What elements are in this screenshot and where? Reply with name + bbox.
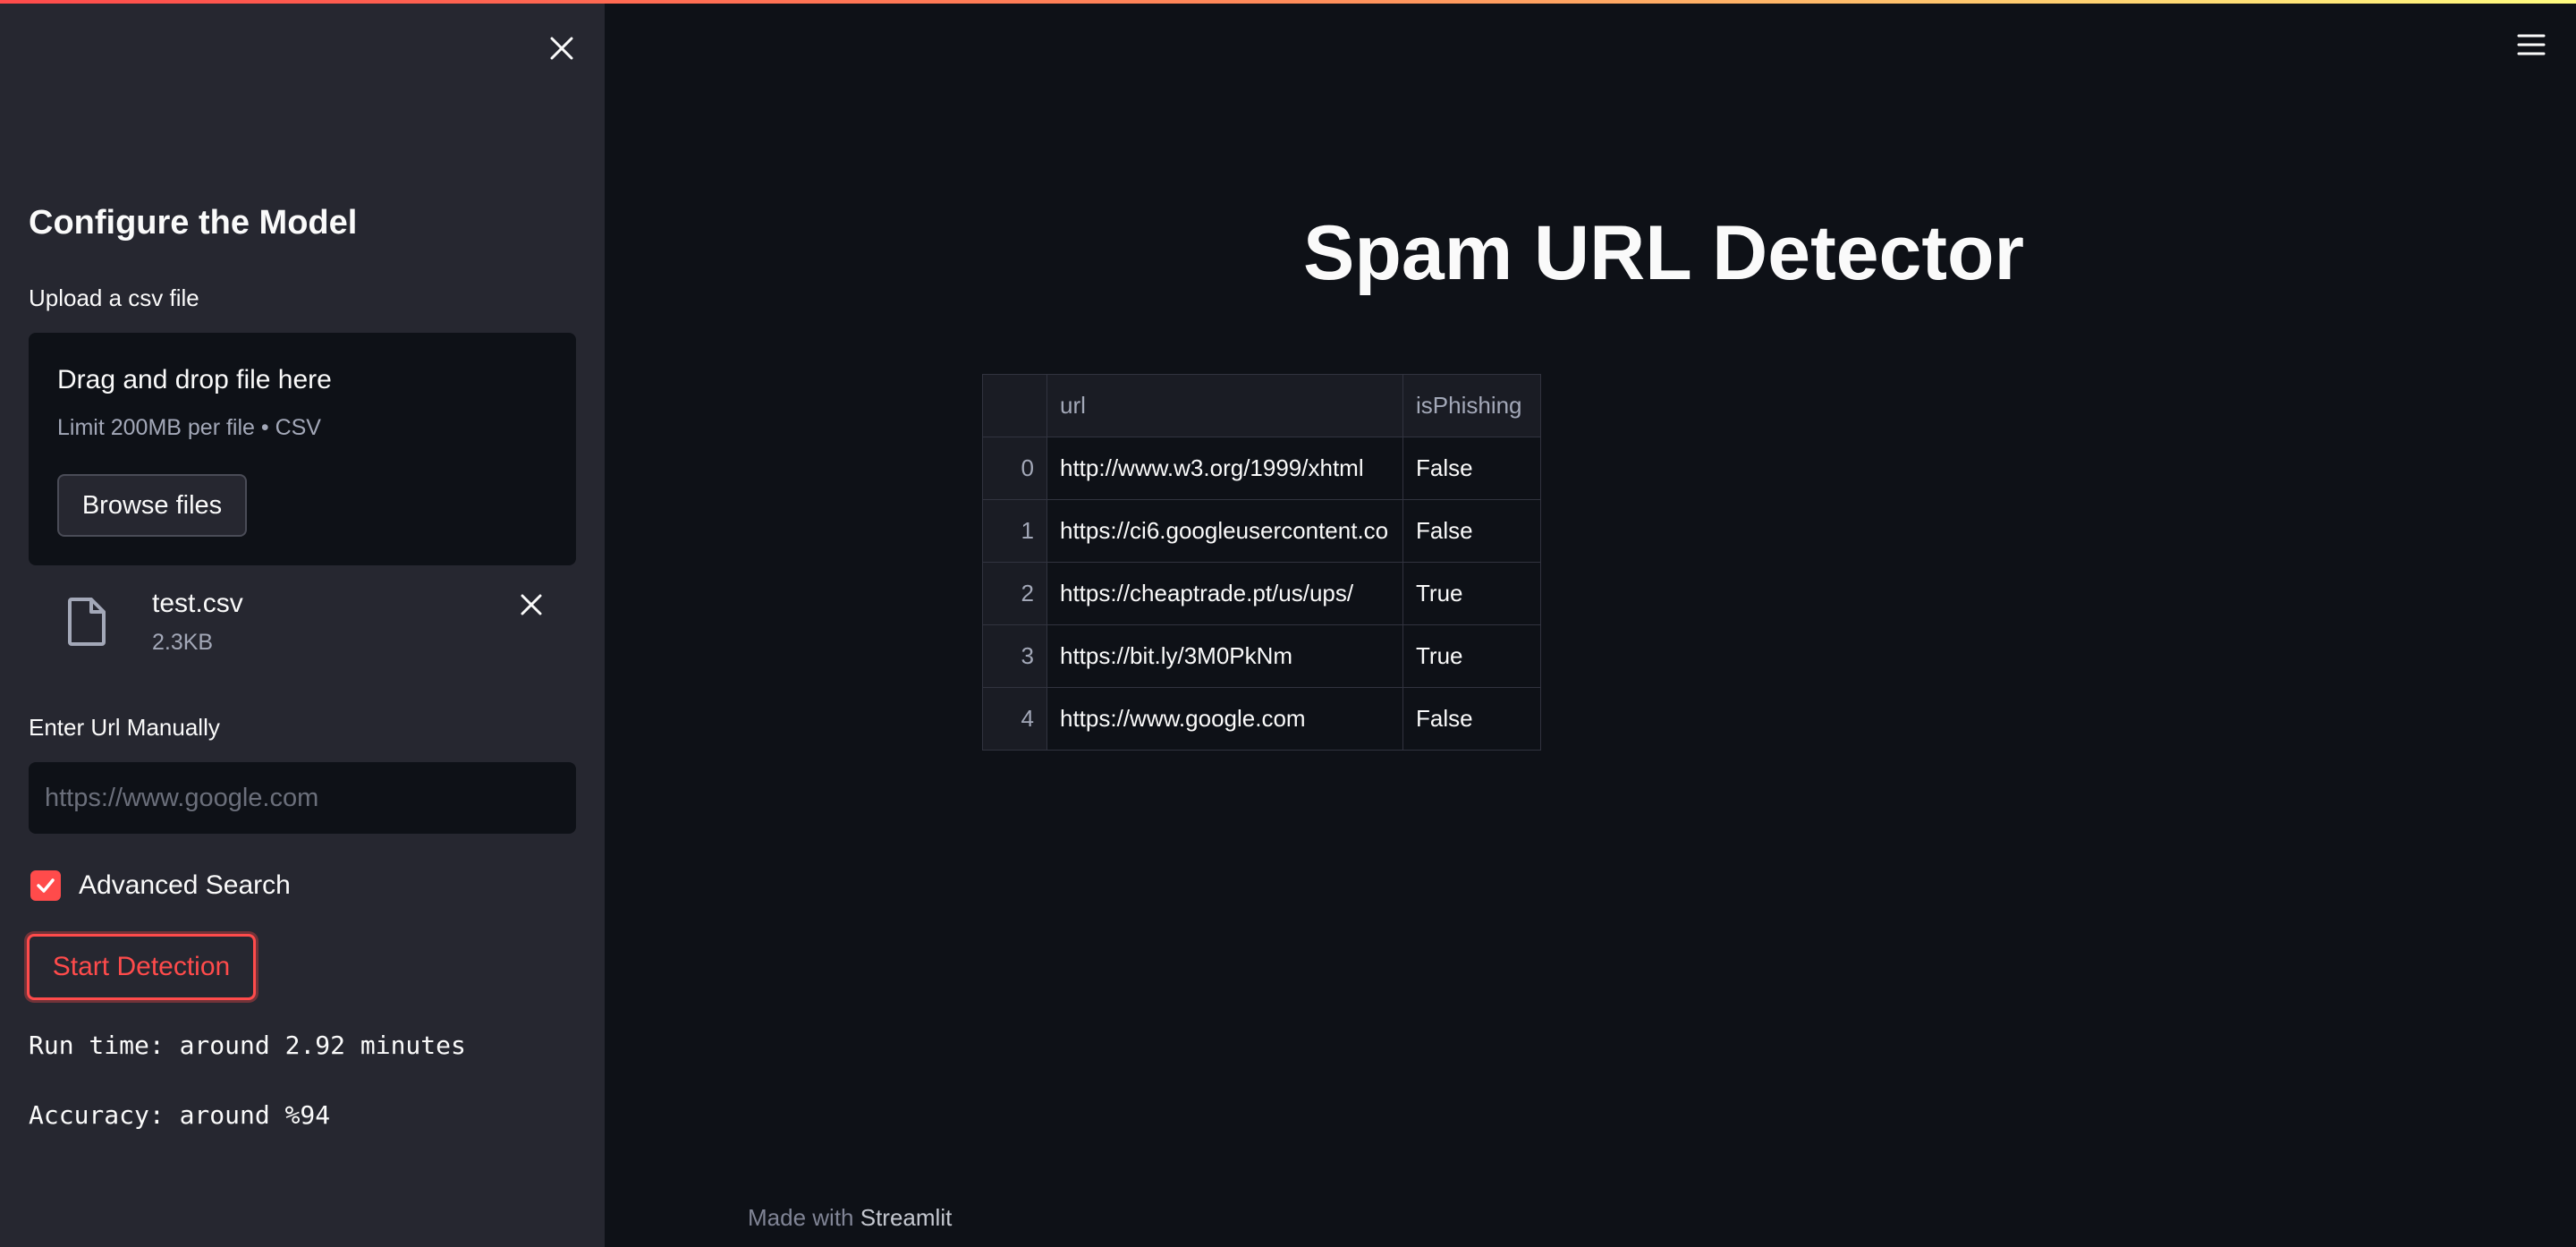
dropzone-title: Drag and drop file here (57, 365, 332, 394)
run-time-text: Run time: around 2.92 minutes (29, 1031, 466, 1060)
page-title: Spam URL Detector (1302, 210, 2025, 296)
file-dropzone[interactable]: Drag and drop file here Limit 200MB per … (29, 333, 576, 565)
close-sidebar-button[interactable] (542, 29, 581, 68)
table-row: 2 https://cheaptrade.pt/us/ups/ True (982, 562, 1541, 625)
row-index: 4 (982, 687, 1047, 751)
footer: Made with Streamlit (748, 1204, 952, 1232)
sidebar-title: Configure the Model (29, 204, 358, 242)
row-index: 1 (982, 499, 1047, 563)
url-cell[interactable]: https://ci6.googleusercontent.co (1046, 499, 1403, 563)
sidebar: Configure the Model Upload a csv file Dr… (0, 0, 605, 1247)
table-row: 0 http://www.w3.org/1999/xhtml False (982, 437, 1541, 500)
isphishing-cell[interactable]: False (1402, 437, 1541, 500)
remove-file-button[interactable] (512, 585, 551, 624)
manual-url-label: Enter Url Manually (29, 714, 220, 741)
advanced-search-label: Advanced Search (79, 870, 291, 900)
advanced-search-checkbox[interactable]: Advanced Search (30, 868, 291, 903)
url-cell[interactable]: https://cheaptrade.pt/us/ups/ (1046, 562, 1403, 625)
file-size: 2.3KB (152, 630, 214, 655)
table-row: 4 https://www.google.com False (982, 687, 1541, 751)
start-detection-button[interactable]: Start Detection (27, 934, 256, 1000)
dropzone-limit: Limit 200MB per file • CSV (57, 415, 321, 440)
isphishing-column-header[interactable]: isPhishing (1402, 374, 1541, 437)
check-icon (37, 878, 55, 893)
table-row: 3 https://bit.ly/3M0PkNm True (982, 624, 1541, 688)
url-cell[interactable]: https://www.google.com (1046, 687, 1403, 751)
url-cell[interactable]: http://www.w3.org/1999/xhtml (1046, 437, 1403, 500)
index-column-header[interactable] (982, 374, 1047, 437)
table-header-row: url isPhishing (982, 374, 1541, 437)
streamlit-link[interactable]: Streamlit (860, 1204, 953, 1231)
accuracy-text: Accuracy: around %94 (29, 1100, 331, 1130)
close-icon (550, 37, 573, 60)
isphishing-cell[interactable]: False (1402, 687, 1541, 751)
isphishing-cell[interactable]: True (1402, 624, 1541, 688)
row-index: 0 (982, 437, 1047, 500)
isphishing-cell[interactable]: False (1402, 499, 1541, 563)
main-menu-button[interactable] (2513, 27, 2549, 63)
header-decoration-bar (0, 0, 2576, 4)
checkbox-box[interactable] (30, 870, 61, 901)
row-index: 3 (982, 624, 1047, 688)
table-row: 1 https://ci6.googleusercontent.co False (982, 499, 1541, 563)
upload-label: Upload a csv file (29, 284, 199, 311)
url-column-header[interactable]: url (1046, 374, 1403, 437)
url-input[interactable] (29, 762, 576, 834)
url-cell[interactable]: https://bit.ly/3M0PkNm (1046, 624, 1403, 688)
browse-files-button[interactable]: Browse files (57, 474, 247, 537)
row-index: 2 (982, 562, 1047, 625)
file-name: test.csv (152, 589, 243, 618)
results-table: url isPhishing 0 http://www.w3.org/1999/… (982, 374, 1541, 751)
hamburger-menu-icon (2517, 34, 2546, 55)
file-icon (68, 598, 106, 646)
uploaded-file: test.csv 2.3KB (29, 580, 576, 669)
isphishing-cell[interactable]: True (1402, 562, 1541, 625)
close-icon (521, 594, 542, 615)
footer-prefix: Made with (748, 1204, 860, 1231)
